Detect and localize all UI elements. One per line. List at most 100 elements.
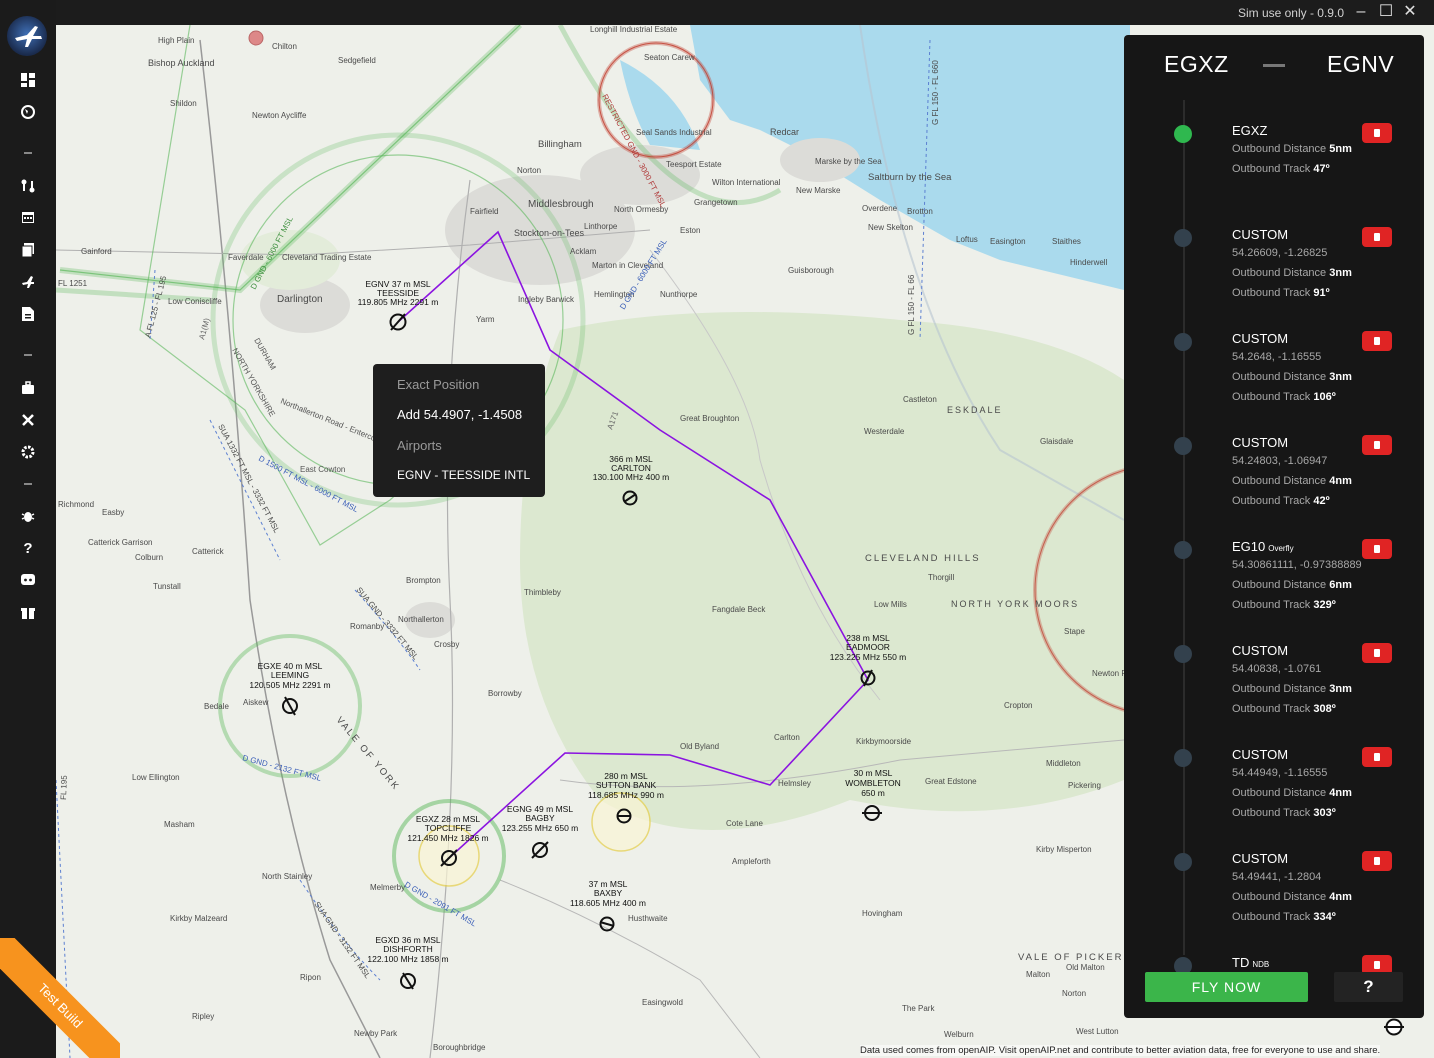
waypoint-name: CUSTOM [1232, 747, 1288, 762]
map-label-cropton: Cropton [1004, 701, 1032, 710]
map-label-cleveland-trading: Cleveland Trading Estate [282, 253, 372, 262]
clipboard-icon[interactable] [16, 240, 40, 260]
map-label-acklam: Acklam [570, 247, 597, 256]
sidebar-divider [24, 483, 32, 485]
close-button[interactable]: ✕ [1399, 2, 1421, 22]
waypoint-coords: 54.44949, -1.16555 [1232, 767, 1328, 779]
sidebar-divider [24, 152, 32, 154]
map-label-norton-south: Norton [1062, 989, 1086, 998]
remove-waypoint-button[interactable] [1362, 227, 1392, 247]
waypoint-item[interactable]: CUSTOM 54.40838, -1.0761 Outbound Distance… [1124, 643, 1424, 739]
map-label-chilton: Chilton [272, 42, 297, 51]
waypoint-item[interactable]: CUSTOM 54.24803, -1.06947 Outbound Distanc… [1124, 435, 1424, 531]
calendar-icon[interactable] [16, 207, 40, 227]
route-help-button[interactable]: ? [1334, 972, 1403, 1002]
remove-waypoint-button[interactable] [1362, 539, 1392, 559]
waypoint-marker [1174, 333, 1192, 351]
distance-value: 4nm [1329, 891, 1352, 903]
waypoint-distance: Outbound Distance 4nm [1232, 475, 1352, 487]
route-origin: EGXZ [1164, 51, 1229, 77]
airport-egxd-icon[interactable] [400, 972, 416, 990]
waypoint-item[interactable]: CUSTOM 54.26609, -1.26825 Outbound Distanc… [1124, 227, 1424, 323]
airspace-label-g2: G FL 150 - FL 66 [907, 274, 916, 335]
context-airport-egnv[interactable]: EGNV - TEESSIDE INTL [397, 468, 530, 482]
waypoint-item[interactable]: CUSTOM 54.44949, -1.16555 Outbound Distanc… [1124, 747, 1424, 843]
airport-egxd-name: DISHFORTH [383, 944, 432, 954]
app-logo-icon[interactable] [7, 16, 47, 56]
map-label-teesport: Teesport Estate [666, 160, 722, 169]
remove-waypoint-button[interactable] [1362, 643, 1392, 663]
context-add-position[interactable]: Add 54.4907, -1.4508 [397, 407, 522, 422]
discord-icon[interactable] [16, 570, 40, 590]
route-icon[interactable] [16, 176, 40, 196]
briefcase-icon[interactable] [16, 378, 40, 398]
maximize-button[interactable]: ☐ [1375, 2, 1397, 22]
map-label-low-mills: Low Mills [874, 600, 907, 609]
track-label: Outbound Track [1232, 163, 1311, 175]
title-bar: Sim use only - 0.9.0 – ☐ ✕ [0, 0, 1434, 25]
locate-icon[interactable] [1383, 1016, 1405, 1038]
track-value: 91º [1313, 287, 1330, 299]
waypoint-tag: Overfly [1268, 544, 1294, 553]
waypoint-item[interactable]: CUSTOM 54.2648, -1.16555 Outbound Distance… [1124, 331, 1424, 427]
gear-icon[interactable] [16, 442, 40, 462]
map-label-borrowby: Borrowby [488, 689, 522, 698]
remove-waypoint-button[interactable] [1362, 123, 1392, 143]
airport-eadmoor-freq: 123.225 MHz 550 m [830, 652, 907, 662]
waypoint-item[interactable]: TD NDB [1124, 955, 1424, 1051]
waypoint-item[interactable]: EG10 Overfly 54.30861111, -0.97388889 Outbo… [1124, 539, 1424, 635]
map-label-longhill: Longhill Industrial Estate [590, 25, 678, 34]
tools-icon[interactable] [16, 410, 40, 430]
remove-waypoint-button[interactable] [1362, 747, 1392, 767]
globe-icon[interactable] [16, 102, 40, 122]
airport-egng-icon[interactable] [531, 841, 549, 859]
help-icon[interactable]: ? [16, 538, 40, 558]
waypoint-distance: Outbound Distance 6nm [1232, 579, 1352, 591]
map-attribution: Data used comes from openAIP. Visit open… [860, 1045, 1381, 1056]
map-label-masham: Masham [164, 820, 195, 829]
map-label-kirkby-malzeard: Kirkby Malzeard [170, 914, 227, 923]
remove-waypoint-button[interactable] [1362, 435, 1392, 455]
airport-egxe-name: LEEMING [271, 670, 309, 680]
waypoint-marker [1174, 229, 1192, 247]
map-label-faverdale: Faverdale [228, 253, 264, 262]
map-label-aiskew: Aiskew [243, 698, 269, 707]
track-label: Outbound Track [1232, 807, 1311, 819]
plane-icon[interactable] [16, 272, 40, 292]
fly-now-button[interactable]: FLY NOW [1145, 972, 1308, 1002]
map-label-low-coniscliffe: Low Coniscliffe [168, 297, 222, 306]
waypoint-marker [1174, 645, 1192, 663]
distance-label: Outbound Distance [1232, 787, 1327, 799]
airport-egxe-icon[interactable] [282, 696, 298, 716]
map-label-ripley: Ripley [192, 1012, 214, 1021]
airport-egxz-name: TOPCLIFFE [425, 823, 472, 833]
distance-label: Outbound Distance [1232, 579, 1327, 591]
map-label-ripon: Ripon [300, 973, 321, 982]
airport-egnv-icon[interactable] [389, 313, 407, 331]
waypoint-name: CUSTOM [1232, 435, 1288, 450]
map-label-tunstall: Tunstall [153, 582, 181, 591]
map-label-wilton: Wilton International [712, 178, 781, 187]
dashboard-icon[interactable] [16, 70, 40, 90]
document-icon[interactable] [16, 304, 40, 324]
map-label-melmerby: Melmerby [370, 883, 405, 892]
sidebar: ? [0, 0, 56, 1058]
airport-wombleton-icon[interactable] [862, 805, 882, 821]
remove-waypoint-button[interactable] [1362, 851, 1392, 871]
gift-icon[interactable] [16, 602, 40, 622]
map-label-brompton: Brompton [406, 576, 441, 585]
track-value: 106º [1313, 391, 1336, 403]
context-section-airports: Airports [397, 438, 442, 453]
waypoint-track: Outbound Track 42º [1232, 495, 1330, 507]
bug-icon[interactable] [16, 506, 40, 526]
map-label-hovingham: Hovingham [862, 909, 903, 918]
minimize-button[interactable]: – [1350, 2, 1372, 22]
airport-egxz-freq: 121.450 MHz 1826 m [407, 833, 488, 843]
distance-value: 3nm [1329, 267, 1352, 279]
waypoint-item[interactable]: EGXZ Outbound Distance 5nm Outbound Track … [1124, 123, 1424, 219]
waypoint-marker [1174, 541, 1192, 559]
airport-carlton-freq: 130.100 MHz 400 m [593, 472, 670, 482]
waypoint-item[interactable]: CUSTOM 54.49441, -1.2804 Outbound Distance… [1124, 851, 1424, 947]
airspace-label-d2: D 1500 FT MSL - 6000 FT MSL [257, 454, 360, 515]
remove-waypoint-button[interactable] [1362, 331, 1392, 351]
